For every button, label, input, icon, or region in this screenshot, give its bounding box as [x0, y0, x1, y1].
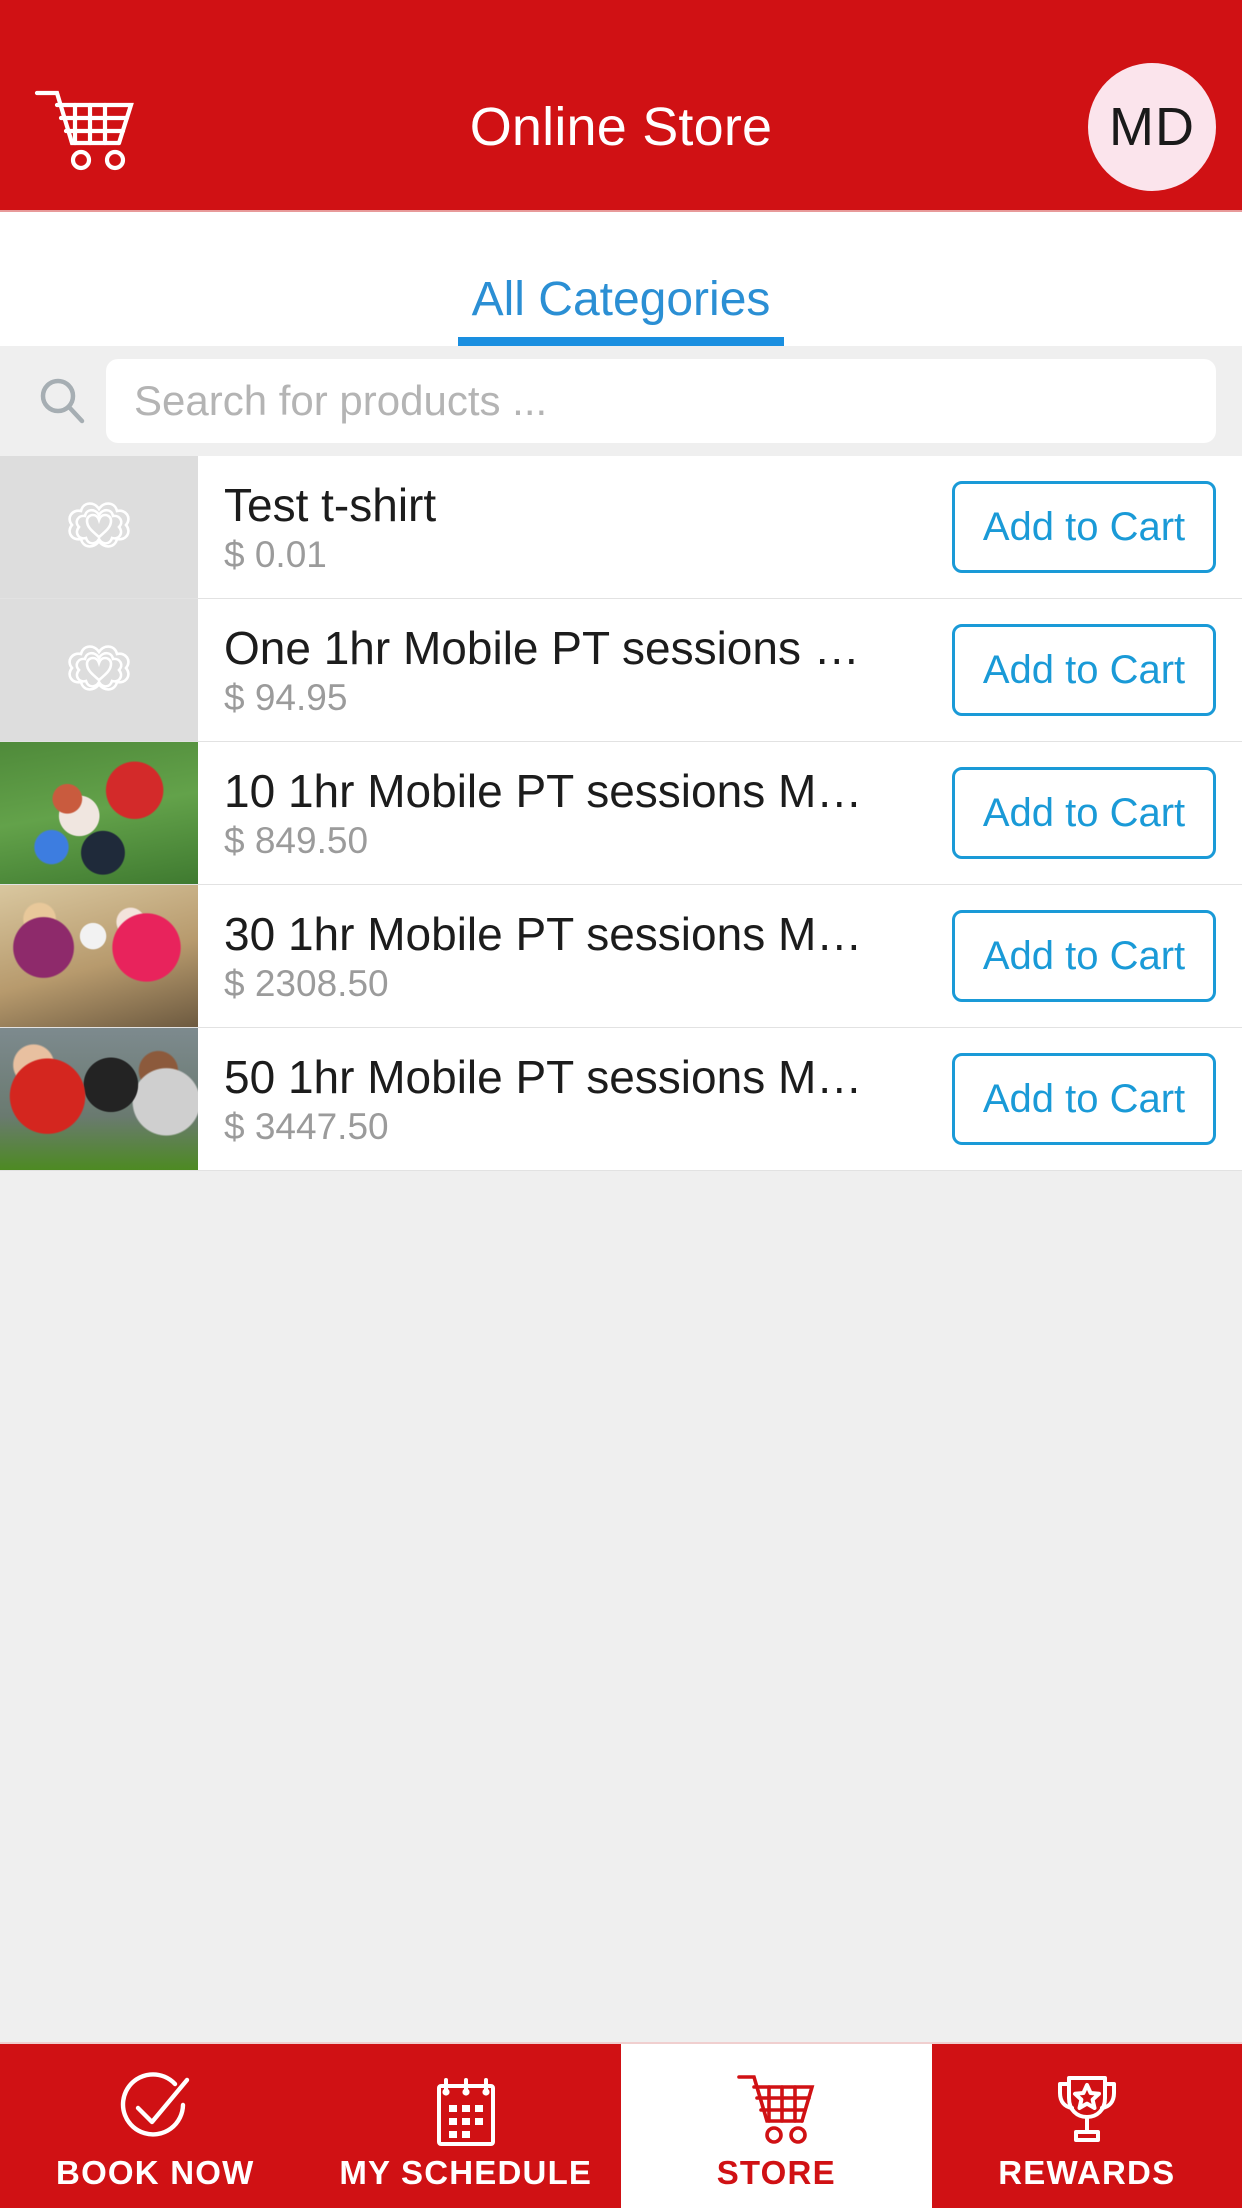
add-to-cart-button[interactable]: Add to Cart — [952, 1053, 1216, 1145]
product-name: 10 1hr Mobile PT sessions M… — [224, 766, 863, 817]
search-bar — [0, 346, 1242, 456]
nav-item-store-label: STORE — [716, 2153, 836, 2191]
product-thumbnail — [0, 599, 198, 741]
shopping-cart-icon — [732, 2064, 820, 2152]
nav-item-my-schedule-label: MY SCHEDULE — [339, 2153, 593, 2191]
add-to-cart-button[interactable]: Add to Cart — [952, 624, 1216, 716]
empty-list-area — [0, 1606, 1242, 2042]
table-row[interactable]: 10 1hr Mobile PT sessions M… $ 849.50 Ad… — [0, 742, 1242, 885]
product-price: $ 2308.50 — [224, 963, 389, 1005]
app-header: Online Store MD — [0, 44, 1242, 212]
product-info: One 1hr Mobile PT sessions … $ 94.95 — [198, 599, 952, 741]
product-price: $ 0.01 — [224, 534, 327, 576]
product-thumbnail — [0, 885, 198, 1027]
header-cart-button[interactable] — [0, 81, 170, 173]
product-price: $ 94.95 — [224, 677, 348, 719]
tab-all-categories-label: All Categories — [471, 273, 771, 326]
product-action-cell: Add to Cart — [952, 599, 1242, 741]
nav-item-my-schedule[interactable]: MY SCHEDULE — [310, 2044, 621, 2208]
product-name: 50 1hr Mobile PT sessions M… — [224, 1052, 863, 1103]
product-thumbnail — [0, 742, 198, 884]
product-info: 50 1hr Mobile PT sessions M… $ 3447.50 — [198, 1028, 952, 1170]
table-row[interactable]: Test t-shirt $ 0.01 Add to Cart — [0, 456, 1242, 599]
page-title: Online Store — [469, 97, 773, 157]
product-price: $ 3447.50 — [224, 1106, 389, 1148]
check-circle-icon — [111, 2064, 199, 2152]
product-info: 30 1hr Mobile PT sessions M… $ 2308.50 — [198, 885, 952, 1027]
tab-active-indicator — [457, 337, 785, 346]
table-row[interactable]: One 1hr Mobile PT sessions … $ 94.95 Add… — [0, 599, 1242, 742]
search-icon — [30, 375, 94, 427]
shopping-cart-icon — [31, 81, 139, 173]
calendar-icon — [422, 2064, 510, 2152]
product-action-cell: Add to Cart — [952, 885, 1242, 1027]
product-action-cell: Add to Cart — [952, 1028, 1242, 1170]
avatar[interactable]: MD — [1088, 63, 1216, 191]
product-action-cell: Add to Cart — [952, 456, 1242, 598]
status-bar — [0, 0, 1242, 44]
table-row[interactable]: 50 1hr Mobile PT sessions M… $ 3447.50 A… — [0, 1028, 1242, 1171]
trophy-icon — [1043, 2064, 1131, 2152]
nav-item-book-now[interactable]: BOOK NOW — [0, 2044, 311, 2208]
table-row[interactable]: 30 1hr Mobile PT sessions M… $ 2308.50 A… — [0, 885, 1242, 1028]
product-thumbnail — [0, 456, 198, 598]
nav-item-rewards[interactable]: REWARDS — [931, 2044, 1242, 2208]
category-tab-strip: All Categories — [0, 212, 1242, 346]
product-info: 10 1hr Mobile PT sessions M… $ 849.50 — [198, 742, 952, 884]
add-to-cart-button[interactable]: Add to Cart — [952, 767, 1216, 859]
online-store-screen: Online Store MD All Categories Search fo… — [0, 0, 1242, 2208]
add-to-cart-button[interactable]: Add to Cart — [952, 910, 1216, 1002]
flower-placeholder-icon — [49, 618, 149, 723]
product-name: One 1hr Mobile PT sessions … — [224, 623, 860, 674]
tab-all-categories[interactable]: All Categories — [457, 273, 785, 346]
product-name: Test t-shirt — [224, 480, 437, 531]
search-input[interactable] — [106, 359, 1216, 443]
nav-item-rewards-label: REWARDS — [998, 2153, 1176, 2191]
product-info: Test t-shirt $ 0.01 — [198, 456, 952, 598]
avatar-initials: MD — [1109, 97, 1195, 157]
nav-item-store[interactable]: STORE — [621, 2044, 932, 2208]
flower-placeholder-icon — [49, 475, 149, 580]
product-list: Test t-shirt $ 0.01 Add to Cart One 1hr … — [0, 456, 1242, 1607]
add-to-cart-button[interactable]: Add to Cart — [952, 481, 1216, 573]
product-thumbnail — [0, 1028, 198, 1170]
product-price: $ 849.50 — [224, 820, 369, 862]
bottom-navigation: BOOK NOW MY SCHEDULE STORE REWARDS — [0, 2042, 1242, 2208]
product-name: 30 1hr Mobile PT sessions M… — [224, 909, 863, 960]
nav-item-book-now-label: BOOK NOW — [56, 2153, 255, 2191]
product-action-cell: Add to Cart — [952, 742, 1242, 884]
